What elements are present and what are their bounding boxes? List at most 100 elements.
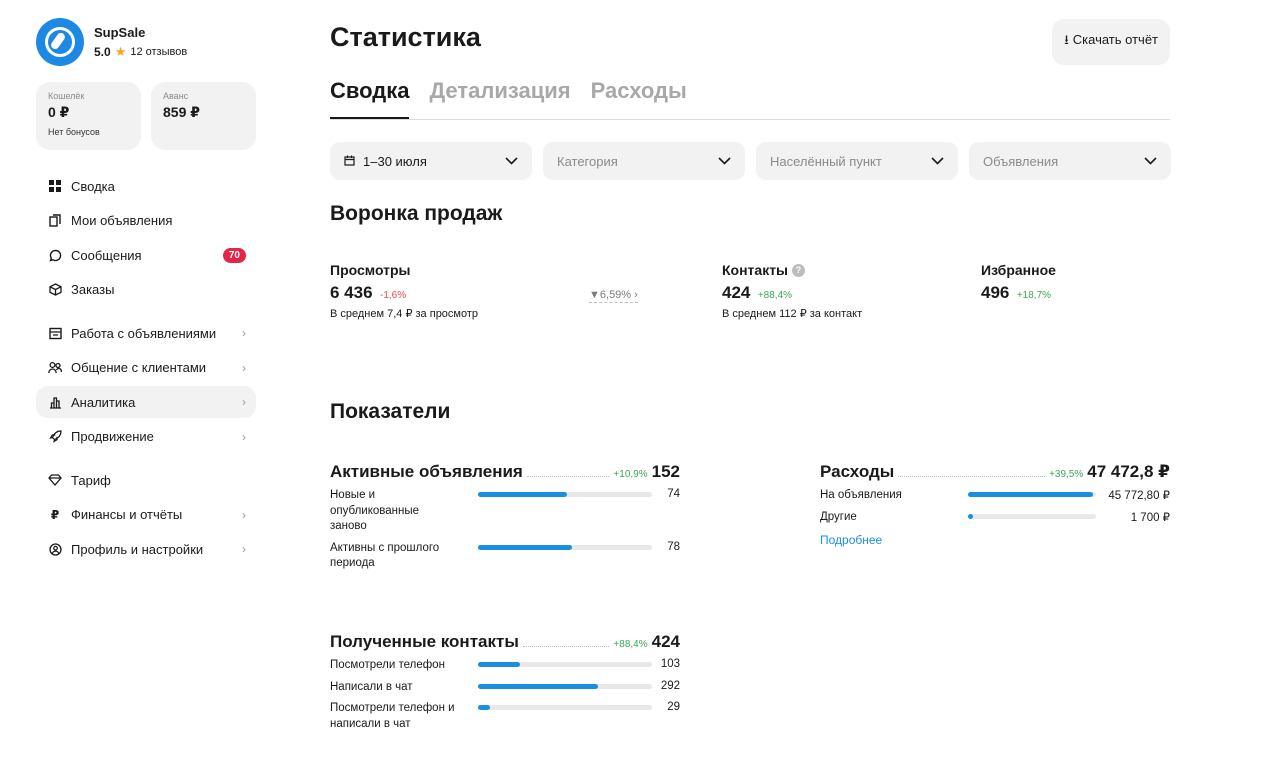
chevron-right-icon: › [634, 289, 638, 301]
sidebar-item-summary[interactable]: Сводка [36, 170, 256, 202]
profile-rating[interactable]: 5.0 ★ 12 отзывов [94, 44, 187, 60]
sidebar-item-tariff[interactable]: Тариф [36, 464, 256, 496]
sidebar-item-ads-work[interactable]: Работа с объявлениями › [36, 317, 256, 349]
row-label: Другие [820, 510, 857, 523]
chevron-right-icon: › [242, 326, 246, 340]
received-contacts-delta: +88,4% [613, 639, 648, 650]
views-label: Просмотры [330, 262, 411, 278]
ads-filter-placeholder: Объявления [983, 153, 1059, 169]
row-value: 1 700 ₽ [1130, 511, 1170, 524]
progress-fill [478, 705, 491, 711]
chevron-down-icon [718, 154, 731, 168]
active-ads-block: Активные объявления +10,9% 152 Новые и о… [330, 462, 680, 572]
sidebar-item-messages[interactable]: Сообщения 70 [36, 239, 256, 271]
city-filter[interactable]: Населённый пункт [756, 142, 958, 180]
advance-value: 859 ₽ [163, 104, 200, 120]
ads-filter[interactable]: Объявления [969, 142, 1171, 180]
diamond-icon [48, 473, 62, 487]
sidebar-item-label: Работа с объявлениями [71, 325, 217, 341]
active-ads-row: Активны с прошлого периода 78 [330, 541, 680, 572]
page-title: Статистика [330, 22, 481, 52]
date-filter[interactable]: 1–30 июля [330, 142, 532, 180]
category-filter[interactable]: Категория [543, 142, 745, 180]
wallet-note: Нет бонусов [48, 127, 100, 137]
views-sub: В среднем 7,4 ₽ за просмотр [330, 308, 479, 320]
sidebar-item-clients[interactable]: Общение с клиентами › [36, 352, 256, 384]
progress-bar [478, 705, 652, 711]
sidebar-item-label: Тариф [71, 472, 111, 488]
sidebar-item-label: Мои объявления [71, 213, 173, 228]
progress-bar [478, 662, 652, 667]
received-contacts-total: 424 [651, 632, 680, 651]
wallet-title: Кошелёк [48, 91, 85, 101]
sidebar-item-label: Сводка [71, 178, 115, 194]
progress-fill [478, 662, 520, 667]
chevron-down-icon [931, 154, 944, 168]
download-report-button[interactable]: ⭳ Скачать отчёт [1052, 19, 1170, 65]
advance-card[interactable]: Аванс 859 ₽ [151, 82, 256, 150]
tab-expenses[interactable]: Расходы [591, 78, 687, 119]
users-icon [48, 361, 62, 375]
chevron-right-icon: › [242, 507, 246, 522]
row-value: 103 [660, 658, 680, 670]
star-icon: ★ [114, 43, 127, 59]
profile-circle-icon [48, 542, 62, 556]
progress-fill [968, 513, 974, 519]
sidebar-item-promotion[interactable]: Продвижение › [36, 421, 256, 453]
sidebar-item-label: Профиль и настройки [71, 541, 204, 557]
sidebar-item-my-ads[interactable]: Мои объявления [36, 205, 256, 237]
contacts-row: Посмотрели телефон и написали в чат 29 [330, 701, 680, 732]
ruble-icon: ₽ [50, 507, 60, 522]
sidebar: SupSale 5.0 ★ 12 отзывов Кошелёк 0 ₽ Нет… [36, 18, 256, 568]
chevron-down-icon [1144, 154, 1157, 168]
expenses-delta: +39,5% [1049, 469, 1084, 480]
profile-header[interactable]: SupSale 5.0 ★ 12 отзывов [36, 18, 256, 66]
progress-bar [478, 492, 652, 497]
sidebar-item-settings[interactable]: Профиль и настройки › [36, 533, 256, 565]
funnel-icon: ▼ [589, 289, 600, 301]
tab-details[interactable]: Детализация [429, 78, 570, 119]
received-contacts-title: Полученные контакты [330, 632, 519, 651]
sidebar-nav: Сводка Мои объявления Сообщения 70 Заказ… [36, 170, 256, 565]
active-ads-delta: +10,9% [613, 469, 648, 480]
wallet-card[interactable]: Кошелёк 0 ₽ Нет бонусов [36, 82, 141, 150]
expenses-row: Другие 1 700 ₽ [820, 510, 1170, 526]
progress-fill [478, 544, 572, 550]
rating-value: 5.0 [94, 44, 111, 59]
board-icon [48, 326, 62, 340]
category-filter-placeholder: Категория [557, 153, 618, 169]
sidebar-item-label: Аналитика [71, 394, 136, 410]
avatar[interactable] [36, 18, 84, 66]
row-label: На объявления [820, 489, 902, 501]
chevron-right-icon: › [242, 360, 246, 375]
conversion-link[interactable]: ▼6,59% › [589, 289, 638, 303]
indicators-title: Показатели [330, 400, 451, 423]
conversion-value: 6,59% [599, 289, 632, 301]
tab-summary[interactable]: Сводка [330, 78, 410, 119]
row-label: Активны с прошлого периода [330, 541, 440, 570]
sidebar-item-analytics[interactable]: Аналитика › [36, 386, 256, 418]
sidebar-item-label: Сообщения [71, 247, 142, 263]
chat-bubble-icon [48, 248, 62, 262]
city-filter-placeholder: Населённый пункт [770, 153, 882, 169]
sidebar-item-finance[interactable]: ₽ Финансы и отчёты › [36, 499, 256, 531]
wallet-value: 0 ₽ [48, 104, 70, 120]
reviews-count: 12 отзывов [130, 45, 188, 58]
expenses-title: Расходы [820, 462, 895, 481]
profile-name: SupSale [94, 24, 146, 40]
tabs: Сводка Детализация Расходы [330, 78, 1170, 120]
expenses-block: Расходы +39,5% 47 472,8 ₽ На объявления … [820, 462, 1170, 547]
chevron-right-icon: › [242, 429, 246, 444]
more-details-link[interactable]: Подробнее [820, 533, 1170, 547]
sidebar-item-orders[interactable]: Заказы [36, 274, 256, 306]
favorites-delta: +18,7% [1016, 290, 1052, 301]
download-icon: ⭳ [1064, 32, 1069, 47]
active-ads-row: Новые и опубликованные заново 74 [330, 488, 680, 535]
help-icon[interactable]: ? [792, 263, 806, 277]
unread-badge: 70 [222, 247, 246, 263]
favorites-label: Избранное [981, 262, 1056, 278]
row-value: 292 [660, 679, 680, 692]
calendar-icon [344, 154, 355, 169]
progress-bar [968, 492, 1096, 497]
contacts-value: 424 [722, 283, 751, 302]
